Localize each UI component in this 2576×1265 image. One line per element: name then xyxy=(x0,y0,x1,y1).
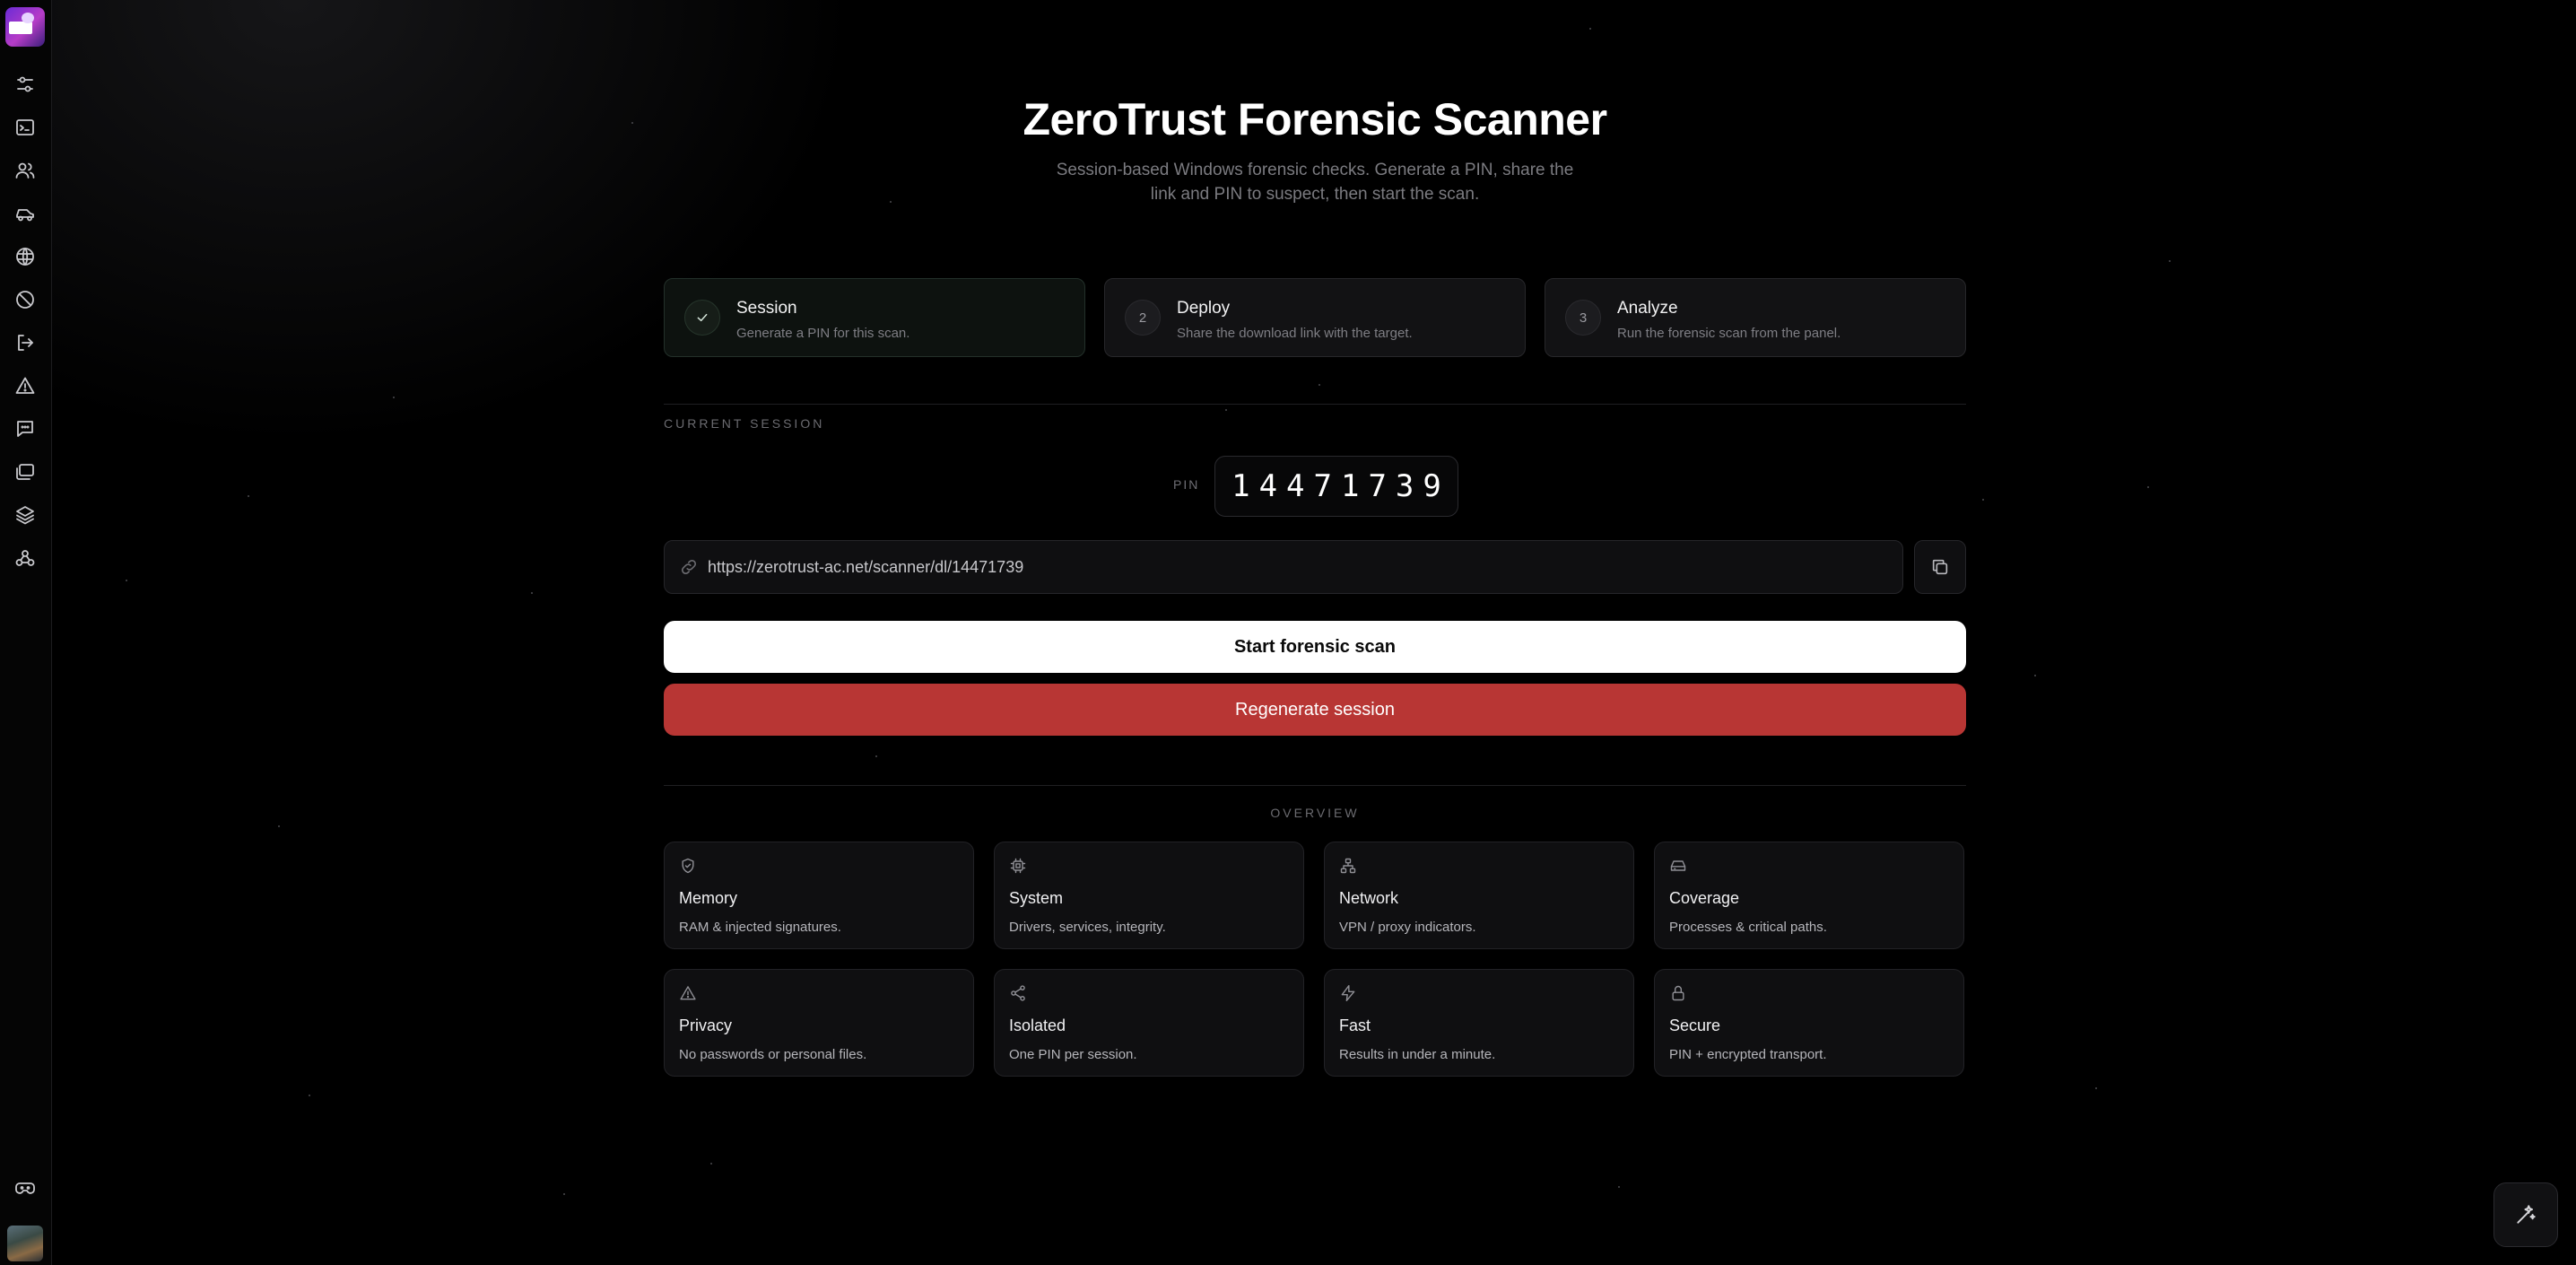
divider xyxy=(664,785,1966,786)
card-description: VPN / proxy indicators. xyxy=(1339,920,1476,935)
step-description: Share the download link with the target. xyxy=(1177,326,1413,341)
section-label-overview: OVERVIEW xyxy=(1270,806,1360,820)
step-deploy[interactable]: 2 Deploy Share the download link with th… xyxy=(1104,278,1526,357)
card-title: Fast xyxy=(1339,1016,1371,1034)
logout-icon[interactable] xyxy=(11,328,39,357)
card-secure: Secure PIN + encrypted transport. xyxy=(1654,969,1964,1077)
gamepad-icon[interactable] xyxy=(11,1173,39,1202)
card-fast: Fast Results in under a minute. xyxy=(1324,969,1634,1077)
globe-icon[interactable] xyxy=(11,242,39,271)
warning-icon xyxy=(679,984,699,1004)
link-icon xyxy=(679,557,701,579)
layers-icon[interactable] xyxy=(11,501,39,529)
page-subtitle: Session-based Windows forensic checks. G… xyxy=(1056,161,1574,204)
card-isolated: Isolated One PIN per session. xyxy=(994,969,1304,1077)
assistant-button[interactable] xyxy=(2493,1182,2558,1247)
shield-check-icon xyxy=(679,857,699,877)
step-description: Run the forensic scan from the panel. xyxy=(1617,326,1841,341)
pin-display: 14471739 xyxy=(1214,456,1458,517)
section-label-current-session: CURRENT SESSION xyxy=(664,416,825,431)
card-title: System xyxy=(1009,889,1064,907)
folders-icon[interactable] xyxy=(11,458,39,486)
divider xyxy=(664,404,1966,405)
ban-icon[interactable] xyxy=(11,285,39,314)
step-description: Generate a PIN for this scan. xyxy=(736,326,910,341)
check-icon xyxy=(684,300,720,336)
card-title: Memory xyxy=(679,889,738,907)
pin-label: PIN xyxy=(1173,477,1200,492)
card-description: One PIN per session. xyxy=(1009,1047,1137,1062)
card-privacy: Privacy No passwords or personal files. xyxy=(664,969,974,1077)
card-description: No passwords or personal files. xyxy=(679,1047,867,1062)
page-title: ZeroTrust Forensic Scanner xyxy=(1023,94,1607,144)
start-scan-button[interactable]: Start forensic scan xyxy=(664,621,1966,673)
sliders-icon[interactable] xyxy=(11,70,39,99)
background-glow xyxy=(52,0,859,449)
card-title: Coverage xyxy=(1669,889,1740,907)
bolt-icon xyxy=(1339,984,1359,1004)
step-number: 2 xyxy=(1125,300,1161,336)
card-system: System Drivers, services, integrity. xyxy=(994,842,1304,949)
pin-row: PIN 14471739 xyxy=(664,456,1966,517)
card-network: Network VPN / proxy indicators. xyxy=(1324,842,1634,949)
network-icon xyxy=(1339,857,1359,877)
hard-drive-icon xyxy=(1669,857,1689,877)
card-title: Network xyxy=(1339,889,1399,907)
users-icon[interactable] xyxy=(11,156,39,185)
cpu-icon xyxy=(1009,857,1029,877)
step-title: Deploy xyxy=(1177,299,1231,318)
card-description: Results in under a minute. xyxy=(1339,1047,1496,1062)
user-avatar[interactable] xyxy=(7,1226,43,1261)
download-url-row: https://zerotrust-ac.net/scanner/dl/1447… xyxy=(664,540,1966,594)
step-title: Analyze xyxy=(1617,299,1678,318)
step-analyze[interactable]: 3 Analyze Run the forensic scan from the… xyxy=(1545,278,1966,357)
card-description: Drivers, services, integrity. xyxy=(1009,920,1166,935)
lock-icon xyxy=(1669,984,1689,1004)
card-description: Processes & critical paths. xyxy=(1669,920,1827,935)
step-number: 3 xyxy=(1565,300,1601,336)
step-session[interactable]: Session Generate a PIN for this scan. xyxy=(664,278,1085,357)
terminal-icon[interactable] xyxy=(11,113,39,142)
message-icon[interactable] xyxy=(11,414,39,443)
download-url-text: https://zerotrust-ac.net/scanner/dl/1447… xyxy=(708,558,1024,576)
progress-steps: Session Generate a PIN for this scan. 2 … xyxy=(664,278,1966,357)
copy-icon xyxy=(1932,559,1948,575)
step-title: Session xyxy=(736,299,797,318)
card-title: Privacy xyxy=(679,1016,733,1034)
card-description: RAM & injected signatures. xyxy=(679,920,841,935)
card-description: PIN + encrypted transport. xyxy=(1669,1047,1827,1062)
download-url-field[interactable]: https://zerotrust-ac.net/scanner/dl/1447… xyxy=(664,540,1903,594)
regenerate-session-button[interactable]: Regenerate session xyxy=(664,684,1966,736)
card-coverage: Coverage Processes & critical paths. xyxy=(1654,842,1964,949)
alert-triangle-icon[interactable] xyxy=(11,371,39,400)
sparkle-wand-icon xyxy=(2517,1205,2536,1224)
card-title: Isolated xyxy=(1009,1016,1066,1034)
sidebar xyxy=(0,0,52,1265)
app-logo[interactable] xyxy=(5,7,45,47)
truck-icon[interactable] xyxy=(11,199,39,228)
card-memory: Memory RAM & injected signatures. xyxy=(664,842,974,949)
share-icon xyxy=(1009,984,1029,1004)
copy-url-button[interactable] xyxy=(1914,540,1966,594)
card-title: Secure xyxy=(1669,1016,1721,1034)
webhook-icon[interactable] xyxy=(11,544,39,572)
